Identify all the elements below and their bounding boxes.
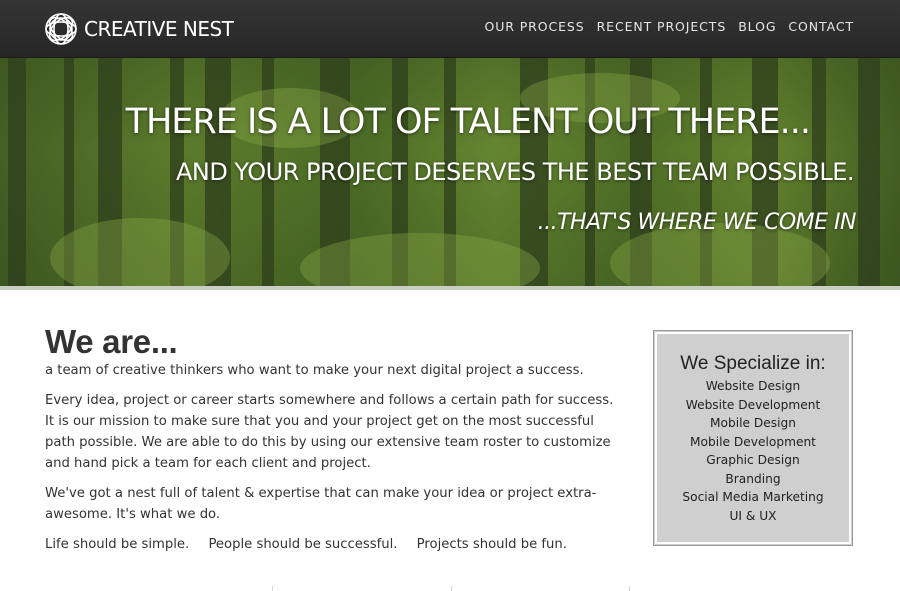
about-paragraph-expertise: We've got a nest full of talent & expert… bbox=[45, 486, 597, 522]
brand-name: CREATIVE NEST bbox=[84, 17, 234, 41]
specialize-item: UI & UX bbox=[729, 508, 777, 523]
specialize-item: Branding bbox=[725, 471, 781, 486]
motto-simple: Life should be simple. bbox=[45, 537, 190, 552]
about-paragraph-mission: Every idea, project or career starts som… bbox=[45, 393, 614, 471]
specialize-title: We Specialize in: bbox=[680, 353, 826, 374]
site-header: CREATIVE NEST OUR PROCESS RECENT PROJECT… bbox=[0, 0, 900, 58]
hero-tagline: ...THAT'S WHERE WE COME IN bbox=[537, 210, 857, 235]
specialize-item: Graphic Design bbox=[706, 453, 800, 467]
about-section: We are... a team of creative thinkers wh… bbox=[45, 324, 615, 555]
specialize-item: Website Design bbox=[705, 379, 801, 393]
hero-subheadline: AND YOUR PROJECT DESERVES THE BEST TEAM … bbox=[175, 158, 855, 186]
nav-recent-projects[interactable]: RECENT PROJECTS bbox=[597, 19, 727, 34]
brand-logo[interactable]: CREATIVE NEST bbox=[44, 11, 234, 47]
hero-banner: THERE IS A LOT OF TALENT OUT THERE... AN… bbox=[0, 58, 900, 286]
specialize-list: Website Design Website Development Mobil… bbox=[654, 377, 852, 525]
footer-divider-hint bbox=[0, 586, 900, 591]
specialize-item: Social Media Marketing bbox=[682, 490, 824, 504]
nav-contact[interactable]: CONTACT bbox=[788, 19, 854, 34]
nav-our-process[interactable]: OUR PROCESS bbox=[484, 19, 584, 34]
nest-ring-logo-icon bbox=[45, 13, 77, 45]
about-tagline: a team of creative thinkers who want to … bbox=[45, 363, 584, 378]
main-nav: OUR PROCESS RECENT PROJECTS BLOG CONTACT bbox=[484, 19, 854, 34]
hero-headline: THERE IS A LOT OF TALENT OUT THERE... bbox=[125, 102, 811, 142]
about-heading: We are... bbox=[45, 323, 178, 360]
specialize-item: Mobile Design bbox=[710, 416, 796, 430]
about-motto: Life should be simple. People should be … bbox=[45, 534, 615, 555]
motto-fun: Projects should be fun. bbox=[416, 537, 567, 552]
nav-blog[interactable]: BLOG bbox=[738, 19, 776, 34]
specialize-item: Mobile Development bbox=[690, 434, 816, 449]
hero-divider bbox=[0, 286, 900, 290]
motto-successful: People should be successful. bbox=[208, 537, 398, 552]
specialize-item: Website Development bbox=[685, 397, 821, 412]
specialize-box: We Specialize in: Website Design Website… bbox=[653, 330, 853, 546]
